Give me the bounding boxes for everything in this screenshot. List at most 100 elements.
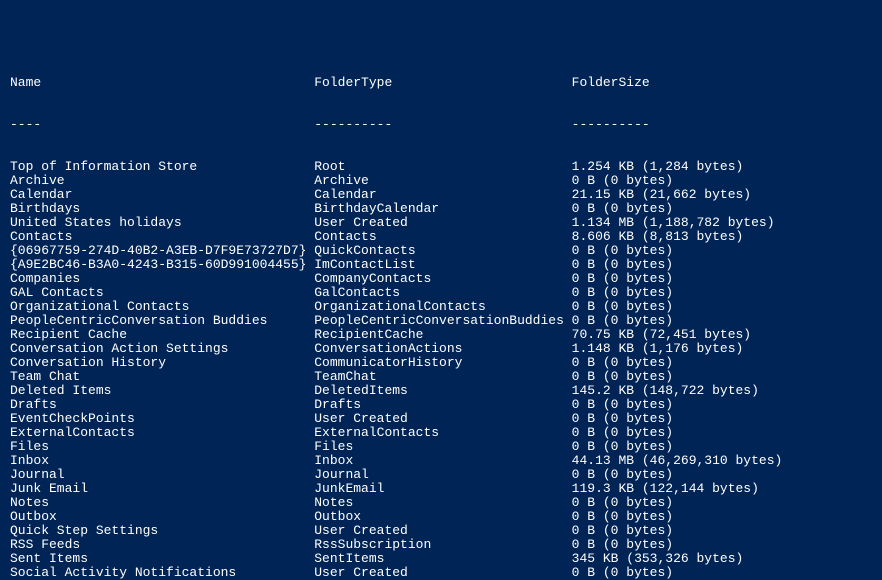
- cell-foldersize: 70.75 KB (72,451 bytes): [572, 328, 751, 342]
- cell-name: EventCheckPoints: [10, 412, 314, 426]
- cell-foldersize: 0 B (0 bytes): [572, 244, 673, 258]
- cell-foldersize: 0 B (0 bytes): [572, 398, 673, 412]
- sep-name: ----: [10, 118, 314, 132]
- table-row: NotesNotes0 B (0 bytes): [10, 496, 872, 510]
- cell-foldertype: ConversationActions: [314, 342, 571, 356]
- cell-name: United States holidays: [10, 216, 314, 230]
- cell-name: Conversation Action Settings: [10, 342, 314, 356]
- cell-foldertype: ImContactList: [314, 258, 571, 272]
- table-header-separator: ------------------------: [10, 118, 872, 132]
- cell-name: Junk Email: [10, 482, 314, 496]
- table-row: ArchiveArchive0 B (0 bytes): [10, 174, 872, 188]
- cell-name: Journal: [10, 468, 314, 482]
- cell-foldertype: RssSubscription: [314, 538, 571, 552]
- cell-name: Birthdays: [10, 202, 314, 216]
- table-row: ContactsContacts8.606 KB (8,813 bytes): [10, 230, 872, 244]
- cell-foldertype: User Created: [314, 216, 571, 230]
- table-row: EventCheckPointsUser Created0 B (0 bytes…: [10, 412, 872, 426]
- table-row: PeopleCentricConversation BuddiesPeopleC…: [10, 314, 872, 328]
- cell-foldersize: 21.15 KB (21,662 bytes): [572, 188, 751, 202]
- cell-foldertype: Outbox: [314, 510, 571, 524]
- cell-foldersize: 0 B (0 bytes): [572, 314, 673, 328]
- cell-name: GAL Contacts: [10, 286, 314, 300]
- cell-name: Organizational Contacts: [10, 300, 314, 314]
- cell-foldertype: Calendar: [314, 188, 571, 202]
- table-row: Junk EmailJunkEmail119.3 KB (122,144 byt…: [10, 482, 872, 496]
- cell-foldersize: 0 B (0 bytes): [572, 272, 673, 286]
- cell-foldertype: ExternalContacts: [314, 426, 571, 440]
- cell-name: Outbox: [10, 510, 314, 524]
- cell-foldertype: RecipientCache: [314, 328, 571, 342]
- table-row: Social Activity NotificationsUser Create…: [10, 566, 872, 580]
- cell-foldersize: 0 B (0 bytes): [572, 510, 673, 524]
- cell-foldertype: GalContacts: [314, 286, 571, 300]
- cell-name: Drafts: [10, 398, 314, 412]
- cell-name: Files: [10, 440, 314, 454]
- table-row: {A9E2BC46-B3A0-4243-B315-60D991004455}Im…: [10, 258, 872, 272]
- table-row: ExternalContactsExternalContacts0 B (0 b…: [10, 426, 872, 440]
- table-row: RSS FeedsRssSubscription0 B (0 bytes): [10, 538, 872, 552]
- cell-name: Recipient Cache: [10, 328, 314, 342]
- cell-foldertype: PeopleCentricConversationBuddies: [314, 314, 571, 328]
- table-row: United States holidaysUser Created1.134 …: [10, 216, 872, 230]
- cell-name: Archive: [10, 174, 314, 188]
- table-row: Top of Information StoreRoot1.254 KB (1,…: [10, 160, 872, 174]
- cell-foldertype: User Created: [314, 566, 571, 580]
- cell-foldertype: Contacts: [314, 230, 571, 244]
- cell-foldersize: 0 B (0 bytes): [572, 202, 673, 216]
- cell-foldersize: 0 B (0 bytes): [572, 468, 673, 482]
- cell-foldersize: 0 B (0 bytes): [572, 174, 673, 188]
- cell-foldertype: JunkEmail: [314, 482, 571, 496]
- cell-foldertype: Inbox: [314, 454, 571, 468]
- table-row: Quick Step SettingsUser Created0 B (0 by…: [10, 524, 872, 538]
- table-row: CalendarCalendar21.15 KB (21,662 bytes): [10, 188, 872, 202]
- cell-foldersize: 0 B (0 bytes): [572, 440, 673, 454]
- table-row: Recipient CacheRecipientCache70.75 KB (7…: [10, 328, 872, 342]
- cell-name: Companies: [10, 272, 314, 286]
- sep-foldersize: ----------: [572, 118, 650, 132]
- cell-name: Deleted Items: [10, 384, 314, 398]
- cell-name: PeopleCentricConversation Buddies: [10, 314, 314, 328]
- cell-foldertype: Archive: [314, 174, 571, 188]
- cell-foldersize: 0 B (0 bytes): [572, 566, 673, 580]
- cell-name: Top of Information Store: [10, 160, 314, 174]
- table-row: CompaniesCompanyContacts0 B (0 bytes): [10, 272, 872, 286]
- cell-name: RSS Feeds: [10, 538, 314, 552]
- table-header-row: NameFolderTypeFolderSize: [10, 76, 872, 90]
- cell-foldertype: QuickContacts: [314, 244, 571, 258]
- table-row: Sent ItemsSentItems345 KB (353,326 bytes…: [10, 552, 872, 566]
- cell-name: Conversation History: [10, 356, 314, 370]
- table-row: Deleted ItemsDeletedItems145.2 KB (148,7…: [10, 384, 872, 398]
- cell-foldersize: 0 B (0 bytes): [572, 286, 673, 300]
- header-foldertype: FolderType: [314, 76, 571, 90]
- cell-foldersize: 0 B (0 bytes): [572, 412, 673, 426]
- blank-line: [10, 34, 872, 48]
- cell-foldertype: DeletedItems: [314, 384, 571, 398]
- cell-foldersize: 8.606 KB (8,813 bytes): [572, 230, 744, 244]
- cell-name: Inbox: [10, 454, 314, 468]
- table-row: BirthdaysBirthdayCalendar0 B (0 bytes): [10, 202, 872, 216]
- cell-foldertype: CompanyContacts: [314, 272, 571, 286]
- cell-foldersize: 0 B (0 bytes): [572, 426, 673, 440]
- cell-foldersize: 145.2 KB (148,722 bytes): [572, 384, 759, 398]
- cell-foldertype: Drafts: [314, 398, 571, 412]
- table-row: OutboxOutbox0 B (0 bytes): [10, 510, 872, 524]
- cell-foldertype: User Created: [314, 524, 571, 538]
- cell-foldersize: 0 B (0 bytes): [572, 356, 673, 370]
- cell-foldertype: Journal: [314, 468, 571, 482]
- cell-foldersize: 1.134 MB (1,188,782 bytes): [572, 216, 775, 230]
- cell-name: Notes: [10, 496, 314, 510]
- table-row: GAL ContactsGalContacts0 B (0 bytes): [10, 286, 872, 300]
- cell-name: Calendar: [10, 188, 314, 202]
- cell-name: {06967759-274D-40B2-A3EB-D7F9E73727D7}: [10, 244, 314, 258]
- cell-name: Quick Step Settings: [10, 524, 314, 538]
- cell-foldersize: 0 B (0 bytes): [572, 538, 673, 552]
- cell-foldertype: BirthdayCalendar: [314, 202, 571, 216]
- table-row: DraftsDrafts0 B (0 bytes): [10, 398, 872, 412]
- table-body: Top of Information StoreRoot1.254 KB (1,…: [10, 160, 872, 580]
- cell-foldertype: OrganizationalContacts: [314, 300, 571, 314]
- table-row: Conversation Action SettingsConversation…: [10, 342, 872, 356]
- table-row: FilesFiles0 B (0 bytes): [10, 440, 872, 454]
- table-row: Team ChatTeamChat0 B (0 bytes): [10, 370, 872, 384]
- cell-foldersize: 1.148 KB (1,176 bytes): [572, 342, 744, 356]
